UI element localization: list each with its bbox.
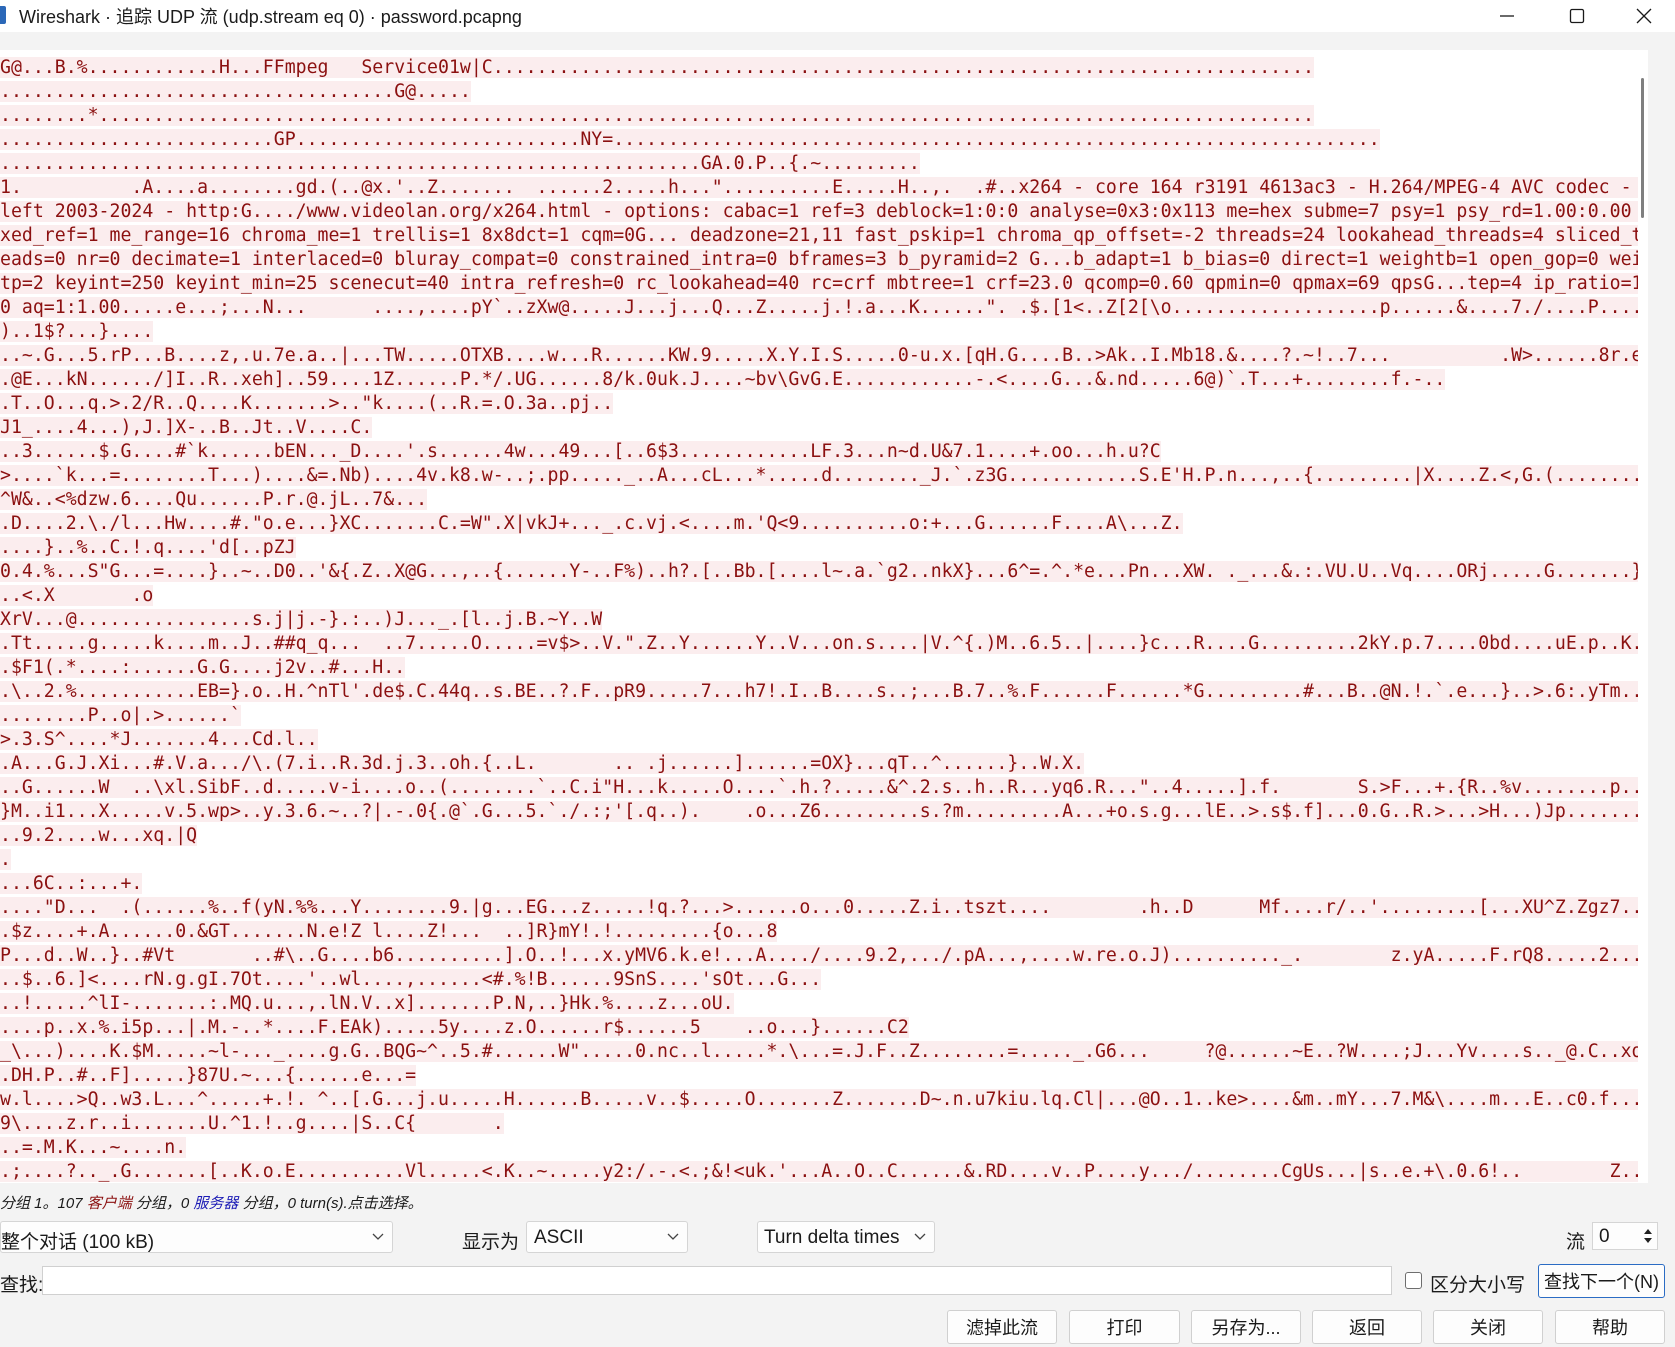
stream-line: .@E...kN....../]I..R..xeh]..59....1Z....…: [0, 369, 1446, 390]
stream-index-spinbox[interactable]: 0: [1592, 1222, 1658, 1250]
stream-line: 1. .A....a........gd.(..@x.'..Z....... .…: [0, 177, 1648, 198]
filter-out-stream-button[interactable]: 滤掉此流: [947, 1310, 1057, 1344]
stream-line: xed_ref=1 me_range=16 chroma_me=1 trelli…: [0, 225, 1648, 246]
stream-line: ..=.M.K...~....n.: [0, 1137, 187, 1158]
stream-content-view[interactable]: G@...B.%............H...FFmpeg Service01…: [0, 50, 1648, 1183]
spin-arrows-icon[interactable]: [1641, 1225, 1655, 1247]
print-button[interactable]: 打印: [1069, 1310, 1180, 1344]
stream-line: .;....?.._.G.......[..K.o.E..........Vl.…: [0, 1161, 1648, 1182]
find-label: 查找:: [0, 1275, 44, 1296]
stream-line: ...."D... .(......%..f(yN.%%...Y........…: [0, 897, 1648, 918]
conversation-select-value: 整个对话 (100 kB): [1, 1232, 155, 1253]
stream-line: ..9.2....w...xq.|Q: [0, 825, 198, 846]
vertical-scrollbar[interactable]: [1638, 50, 1648, 1183]
stream-line: ..3......$.G....#`k......bEN..._D....'.s…: [0, 441, 1161, 462]
stream-text[interactable]: G@...B.%............H...FFmpeg Service01…: [0, 50, 1648, 1183]
status-suffix: 分组，0 turn(s).点击选择。: [238, 1195, 423, 1212]
find-next-button[interactable]: 查找下一个(N): [1538, 1264, 1665, 1298]
stream-status-line: 分组 1。107 客户端 分组，0 服务器 分组，0 turn(s).点击选择。: [0, 1192, 423, 1213]
stream-line: ....p..x.%.i5p...|.M.-..*....F.EAk).....…: [0, 1017, 909, 1038]
stream-line: .A...G.J.Xi...#.V.a.../\.(7.i..R.3d.j.3.…: [0, 753, 1085, 774]
stream-line: ........*...............................…: [0, 105, 1314, 126]
stream-line: ..!.....^lI-.......:.MQ.u...,.lN.V..x]..…: [0, 993, 734, 1014]
case-sensitive-checkbox[interactable]: [1405, 1272, 1422, 1289]
save-as-button[interactable]: 另存为...: [1191, 1310, 1301, 1344]
title-bar: Wireshark · 追踪 UDP 流 (udp.stream eq 0) ·…: [0, 0, 1675, 32]
stream-line: .$F1(.*....:......G.G....j2v..#...H..: [0, 657, 406, 678]
stream-index-value: 0: [1599, 1226, 1610, 1247]
delta-times-select-value: Turn delta times: [764, 1227, 900, 1248]
close-window-button[interactable]: [1612, 0, 1675, 32]
maximize-icon: [1569, 8, 1585, 24]
stream-line: .........................GP.............…: [0, 129, 1380, 150]
stream-line: ..<.X .o: [0, 585, 154, 606]
stream-line: ........................................…: [0, 153, 920, 174]
stream-line: .Tt.....g.....k....m..J..##q_q... ..7...…: [0, 633, 1648, 654]
stream-line: XrV...@................s.j|j.-}.:..)J...…: [0, 609, 603, 630]
status-server-label: 服务器: [193, 1195, 239, 1212]
stream-line: _\...)....K.$M.....~l-..._....g.G..BQG~^…: [0, 1041, 1648, 1062]
scrollbar-thumb[interactable]: [1641, 78, 1644, 218]
stream-line: left 2003-2024 - http:G..../www.videolan…: [0, 201, 1648, 222]
status-prefix: 分组 1。107: [0, 1195, 87, 1212]
minimize-icon: [1500, 15, 1514, 17]
stream-line: .: [0, 849, 11, 870]
stream-line: 0.4.%...S"G...=....}..~..D0..'&{.Z..X@G.…: [0, 561, 1648, 582]
status-mid: 分组，0: [131, 1195, 194, 1212]
show-as-label: 显示为: [462, 1232, 520, 1253]
stream-line: ....}..%..C.!.q....'d[..pZJ: [0, 537, 296, 558]
stream-line: w.l....>Q..w3.L...^.....+.!. ^..[.G...j.…: [0, 1089, 1648, 1110]
help-button[interactable]: 帮助: [1555, 1310, 1665, 1344]
stream-line: 0 aq=1:1.00.....e...;...N... ....,....pY…: [0, 297, 1648, 318]
minimize-button[interactable]: [1472, 0, 1542, 32]
window-title: Wireshark · 追踪 UDP 流 (udp.stream eq 0) ·…: [19, 7, 522, 27]
stream-line: ..~.G...5.rP...B....z,.u.7e.a..|...TW...…: [0, 345, 1648, 366]
close-button[interactable]: 关闭: [1433, 1310, 1543, 1344]
chevron-down-icon: [914, 1233, 926, 1240]
stream-line: eads=0 nr=0 decimate=1 interlaced=0 blur…: [0, 249, 1648, 270]
conversation-select[interactable]: 整个对话 (100 kB): [0, 1221, 393, 1253]
case-sensitive-label: 区分大小写: [1430, 1275, 1526, 1296]
stream-line: .$z....+.A......0.&GT.......N.e!Z l....Z…: [0, 921, 778, 942]
stream-line: ^W&..<%dzw.6....Qu......P.r.@.jL..7&...: [0, 489, 428, 510]
stream-line: .T..O...q.>.2/R..Q....K.......>.."k....(…: [0, 393, 614, 414]
stream-line: J1_....4...),J.]X-..B..Jt..V....C.: [0, 417, 373, 438]
stream-line: ........P..o|.>......`: [0, 705, 241, 726]
back-button[interactable]: 返回: [1312, 1310, 1422, 1344]
close-icon: [1636, 8, 1651, 24]
stream-line: G@...B.%............H...FFmpeg Service01…: [0, 57, 1314, 78]
show-as-select-value: ASCII: [534, 1227, 584, 1248]
stream-index-label: 流: [1566, 1232, 1586, 1253]
stream-line: .D....2.\./l...Hw....#."o.e...}XC.......…: [0, 513, 1183, 534]
find-input[interactable]: [42, 1266, 1392, 1295]
stream-line: .\..2.%...........EB=}.o..H.^nTl'.de$.C.…: [0, 681, 1643, 702]
delta-times-select[interactable]: Turn delta times: [757, 1221, 935, 1253]
chevron-down-icon: [667, 1233, 679, 1240]
chevron-down-icon: [372, 1233, 384, 1240]
stream-line: >....`k...=........T...)....&=.Nb)....4v…: [0, 465, 1648, 486]
stream-line: 9\....z.r..i.......U.^1.!..g....|S..C{ .: [0, 1113, 504, 1134]
wireshark-app-icon: [0, 6, 6, 24]
stream-line: ....................................G@..…: [0, 81, 471, 102]
maximize-button[interactable]: [1542, 0, 1612, 32]
stream-line: ..G......W ..\xl.SibF..d.....v-i....o..(…: [0, 777, 1648, 798]
stream-line: >.3.S^....*J.......4...Cd.l..: [0, 729, 318, 750]
stream-line: ...6C..:...+.: [0, 873, 143, 894]
stream-line: tp=2 keyint=250 keyint_min=25 scenecut=4…: [0, 273, 1648, 294]
stream-line: P...d..W..}..#Vt ..#\..G....b6..........…: [0, 945, 1648, 966]
stream-line: ..$..6.]<....rN.g.gI.7Ot....'..wl....,..…: [0, 969, 822, 990]
show-as-select[interactable]: ASCII: [526, 1221, 688, 1253]
stream-line: .DH.P..#..F].....}87U.~...{......e...=: [0, 1065, 417, 1086]
stream-line: }M..i1...X.....v.5.wp>..y.3.6.~..?|.-.0{…: [0, 801, 1648, 822]
status-client-label: 客户端: [86, 1195, 132, 1212]
stream-line: )..1$?...}....: [0, 321, 154, 342]
